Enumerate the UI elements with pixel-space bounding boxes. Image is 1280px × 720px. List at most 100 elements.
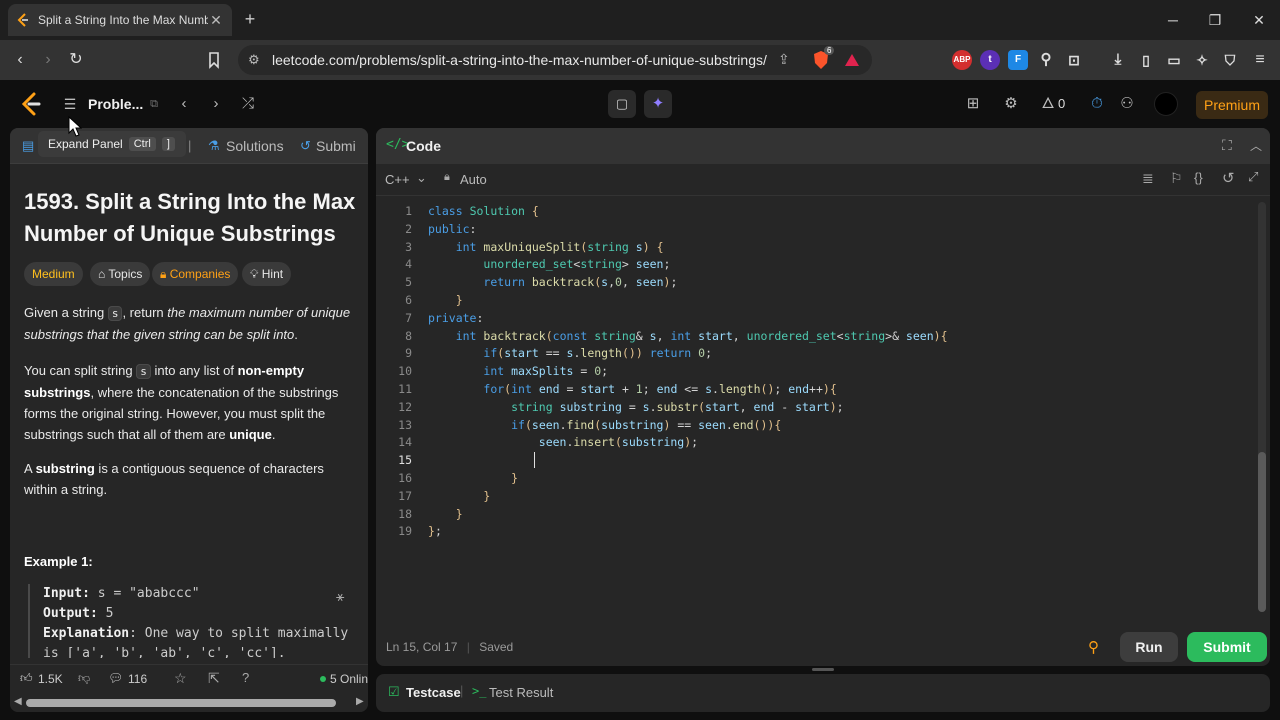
code-line[interactable]: 7 private:	[376, 309, 1256, 327]
scrollbar-thumb[interactable]	[26, 699, 336, 707]
code-line[interactable]: 5 return backtrack(s,0, seen);	[376, 273, 1256, 291]
code-line[interactable]: 13 if(seen.find(substring) == seen.end()…	[376, 416, 1256, 434]
leo-ai-icon[interactable]: ✧	[1192, 50, 1212, 70]
braces-icon[interactable]: {}	[1194, 170, 1203, 185]
premium-button[interactable]: Premium	[1196, 91, 1268, 119]
code-line[interactable]: 16 }	[376, 469, 1256, 487]
companies-tag[interactable]: 🔒︎ Companies	[152, 262, 239, 286]
shuffle-icon[interactable]: ⤮	[236, 92, 260, 116]
wallet-icon[interactable]: ▭	[1164, 50, 1184, 70]
code-line[interactable]: 14 seen.insert(substring);	[376, 433, 1256, 451]
code-line[interactable]: 10 int maxSplits = 0;	[376, 362, 1256, 380]
back-icon[interactable]: ‹	[8, 48, 32, 72]
text: , return	[122, 305, 168, 320]
url-bar[interactable]: ⚙ leetcode.com/problems/split-a-string-i…	[238, 45, 872, 75]
code-line[interactable]: 18 }	[376, 505, 1256, 523]
code-line[interactable]: 8 int backtrack(const string& s, int sta…	[376, 327, 1256, 345]
streak-fire-icon[interactable]: 🜂	[1036, 92, 1060, 116]
ai-sparkle-icon[interactable]: ✦	[644, 90, 672, 118]
fullscreen-icon[interactable]: ⤢	[1248, 169, 1258, 185]
help-icon[interactable]: ?	[242, 670, 249, 685]
submit-button[interactable]: Submit	[1187, 632, 1267, 662]
code-line[interactable]: 4 unordered_set<string> seen;	[376, 255, 1256, 273]
code-editor[interactable]: 1 class Solution {2 public: 3 int maxUnique…	[376, 202, 1256, 622]
like-icon[interactable]: 👍︎	[20, 671, 33, 686]
leetcode-logo-icon[interactable]	[20, 92, 42, 116]
chevron-down-icon[interactable]: ⌄	[416, 170, 427, 186]
problem-list-icon[interactable]: ☰	[58, 92, 82, 116]
adblock-icon[interactable]: ABP	[952, 50, 972, 70]
menu-icon[interactable]: ≡	[1250, 50, 1270, 70]
code-line[interactable]: 11 for(int end = start + 1; end <= s.len…	[376, 380, 1256, 398]
topics-tag[interactable]: ⌂ Topics	[90, 262, 151, 286]
forward-icon[interactable]: ›	[36, 48, 60, 72]
scroll-right-icon[interactable]: ▶	[356, 696, 364, 707]
extensions-puzzle-icon[interactable]: ⚲	[1036, 50, 1056, 70]
editor-scrollbar[interactable]	[1258, 202, 1266, 612]
reset-icon[interactable]: ↺	[1222, 169, 1235, 187]
dislike-icon[interactable]: 👎︎	[78, 671, 90, 686]
layout-icon[interactable]: ⊞	[961, 92, 985, 116]
code-line[interactable]: 9 if(start == s.length()) return 0;	[376, 344, 1256, 362]
close-window-icon[interactable]: ✕	[1246, 8, 1272, 32]
code-line[interactable]: 19};	[376, 522, 1256, 540]
restore-icon[interactable]: ❐	[1202, 8, 1228, 32]
tab-submissions[interactable]: Submi	[316, 138, 356, 154]
code-line[interactable]: 12 string substring = s.substr(start, en…	[376, 398, 1256, 416]
prev-problem-icon[interactable]: ‹	[172, 92, 196, 116]
maximize-icon[interactable]: ⛶	[1222, 137, 1232, 154]
sidebar-icon[interactable]: ▯	[1136, 50, 1156, 70]
add-collaborator-icon[interactable]: ⚇	[1115, 92, 1139, 116]
debugger-icon[interactable]: ⚲	[1088, 638, 1099, 656]
tab-testcase[interactable]: Testcase	[406, 685, 461, 700]
problem-list-label[interactable]: Proble...	[88, 96, 143, 112]
resize-handle[interactable]	[812, 668, 834, 671]
code-line[interactable]: 15	[376, 451, 1256, 469]
share-icon[interactable]: ⇱	[208, 670, 220, 687]
editor-scrollbar-thumb[interactable]	[1258, 452, 1266, 612]
format-icon[interactable]: ≣	[1142, 170, 1154, 187]
notes-icon[interactable]: ▢	[608, 90, 636, 118]
solutions-tab-icon: ⚗	[208, 138, 220, 153]
code-line[interactable]: 17 }	[376, 487, 1256, 505]
code-text: };	[428, 524, 442, 539]
code-line[interactable]: 3 int maxUniqueSplit(string s) {	[376, 238, 1256, 256]
settings-icon[interactable]: ⚙	[999, 92, 1023, 116]
brave-rewards-icon[interactable]	[844, 52, 860, 68]
tab-test-result[interactable]: Test Result	[489, 685, 553, 700]
mode-label[interactable]: Auto	[460, 172, 487, 187]
timer-icon[interactable]: ⏱	[1085, 92, 1109, 116]
close-tab-icon[interactable]: ✕	[208, 12, 224, 29]
new-tab-icon[interactable]: +	[240, 8, 260, 32]
extension-t-icon[interactable]: t	[980, 50, 1000, 70]
favorite-star-icon[interactable]: ☆	[174, 670, 187, 687]
tab-solutions[interactable]: Solutions	[226, 138, 284, 154]
download-icon[interactable]: ⤓	[1108, 50, 1128, 70]
collapse-icon[interactable]: ︿	[1250, 137, 1262, 154]
run-button[interactable]: Run	[1120, 632, 1178, 662]
code-text: }	[511, 471, 519, 485]
vpn-icon[interactable]: ⛉	[1220, 50, 1240, 70]
code-line[interactable]: 2 public:	[376, 220, 1256, 238]
open-new-icon[interactable]: ⧉	[142, 92, 166, 116]
browser-tab[interactable]: Split a String Into the Max Number of Un…	[8, 4, 232, 36]
next-problem-icon[interactable]: ›	[204, 92, 228, 116]
hint-tag[interactable]: 💡︎ Hint	[242, 262, 292, 286]
horizontal-scrollbar[interactable]: ◀ ▶	[10, 694, 368, 712]
language-select[interactable]: C++	[385, 172, 410, 187]
avatar[interactable]	[1154, 92, 1178, 116]
bookmark-icon[interactable]	[202, 48, 226, 72]
scroll-left-icon[interactable]: ◀	[14, 696, 22, 707]
code-line[interactable]: 6 }	[376, 291, 1256, 309]
share-icon[interactable]: ⇪	[778, 51, 790, 68]
tab-search-icon[interactable]: ⊡	[1064, 50, 1084, 70]
site-info-icon[interactable]: ⚙	[248, 52, 260, 68]
lock-icon: 🔒︎	[160, 267, 170, 281]
code-line[interactable]: 1 class Solution {	[376, 202, 1256, 220]
minimize-icon[interactable]: ─	[1160, 8, 1186, 32]
comment-icon[interactable]: 💬︎	[108, 671, 123, 685]
extension-blue-icon[interactable]: F	[1008, 50, 1028, 70]
description-tab-icon[interactable]: ▤	[22, 138, 34, 154]
bookmark-icon[interactable]: ⚐	[1170, 170, 1183, 187]
reload-icon[interactable]: ↻	[64, 48, 88, 72]
